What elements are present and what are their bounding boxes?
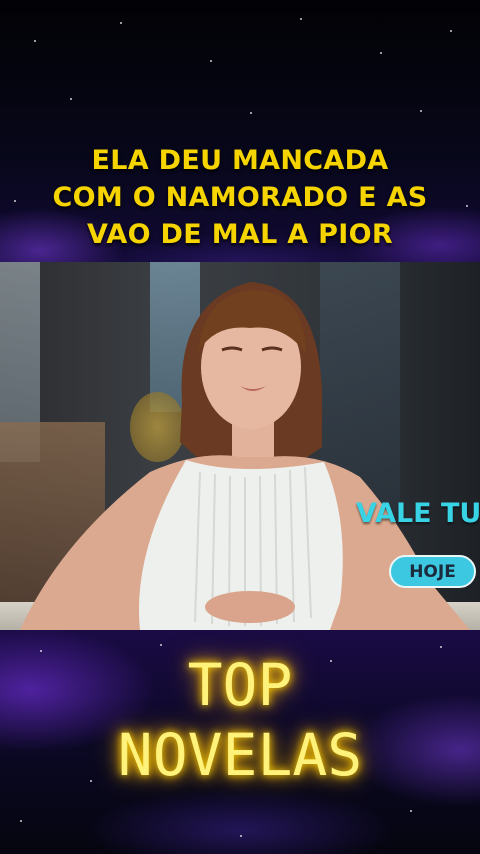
hoje-button[interactable]: HOJE xyxy=(389,555,476,588)
hands xyxy=(205,591,295,623)
brand-logo-text: TOP NOVELAS xyxy=(0,650,480,790)
video-frame[interactable]: VALE TUI HOJE xyxy=(0,262,480,630)
brand-line-top: TOP xyxy=(187,651,293,719)
promo-text: VALE TUI xyxy=(356,498,480,529)
headline-caption: ELA DEU MANCADA COM O NAMORADO E AS VAO … xyxy=(0,142,480,253)
brand-line-novelas: NOVELAS xyxy=(117,721,363,789)
headline-line-1: ELA DEU MANCADA xyxy=(91,145,389,176)
hoje-button-label: HOJE xyxy=(409,561,456,582)
headline-line-3: VAO DE MAL A PIOR xyxy=(87,219,393,250)
headline-line-2: COM O NAMORADO E AS xyxy=(52,182,428,213)
